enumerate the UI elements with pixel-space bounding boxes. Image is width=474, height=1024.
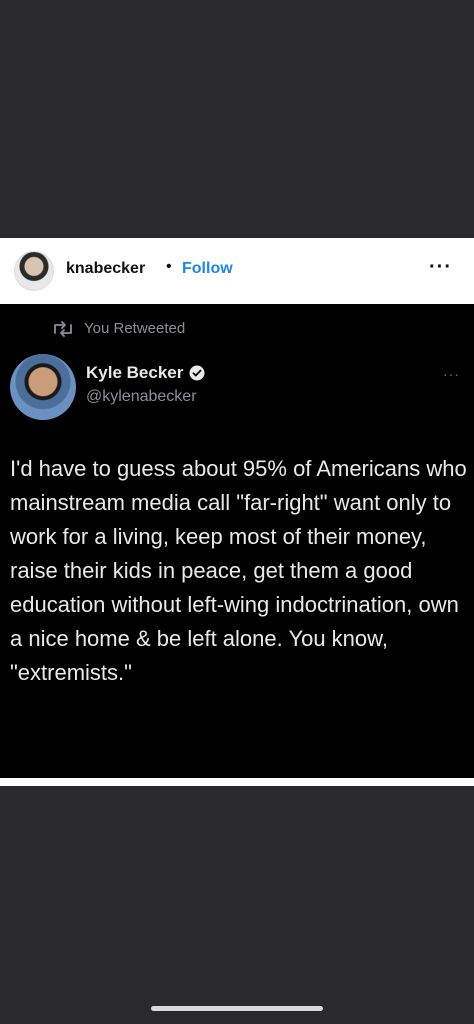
post-username[interactable]: knabecker — [66, 260, 145, 278]
separator-dot: • — [166, 258, 172, 275]
tweet-avatar — [10, 354, 76, 420]
post-header: knabecker • Follow ··· — [0, 238, 474, 304]
verified-badge-icon — [189, 365, 205, 381]
tweet-more-icon: ··· — [443, 366, 460, 382]
tweet-image: You Retweeted Kyle Becker @kylenabecker … — [0, 304, 474, 778]
display-name: Kyle Becker — [86, 363, 205, 383]
bottom-blank-area — [0, 778, 474, 1024]
follow-button[interactable]: Follow — [182, 260, 233, 278]
display-name-text: Kyle Becker — [86, 363, 184, 382]
more-options-icon[interactable]: ··· — [429, 256, 452, 279]
home-indicator[interactable] — [151, 1006, 323, 1011]
top-blank-area — [0, 0, 474, 238]
profile-avatar[interactable] — [14, 251, 54, 291]
retweet-icon — [54, 320, 72, 337]
tweet-body: I'd have to guess about 95% of Americans… — [10, 456, 467, 685]
tweet-handle: @kylenabecker — [86, 388, 197, 405]
retweet-label: You Retweeted — [84, 320, 186, 337]
divider-strip — [0, 778, 474, 786]
retweet-indicator: You Retweeted — [52, 320, 185, 337]
